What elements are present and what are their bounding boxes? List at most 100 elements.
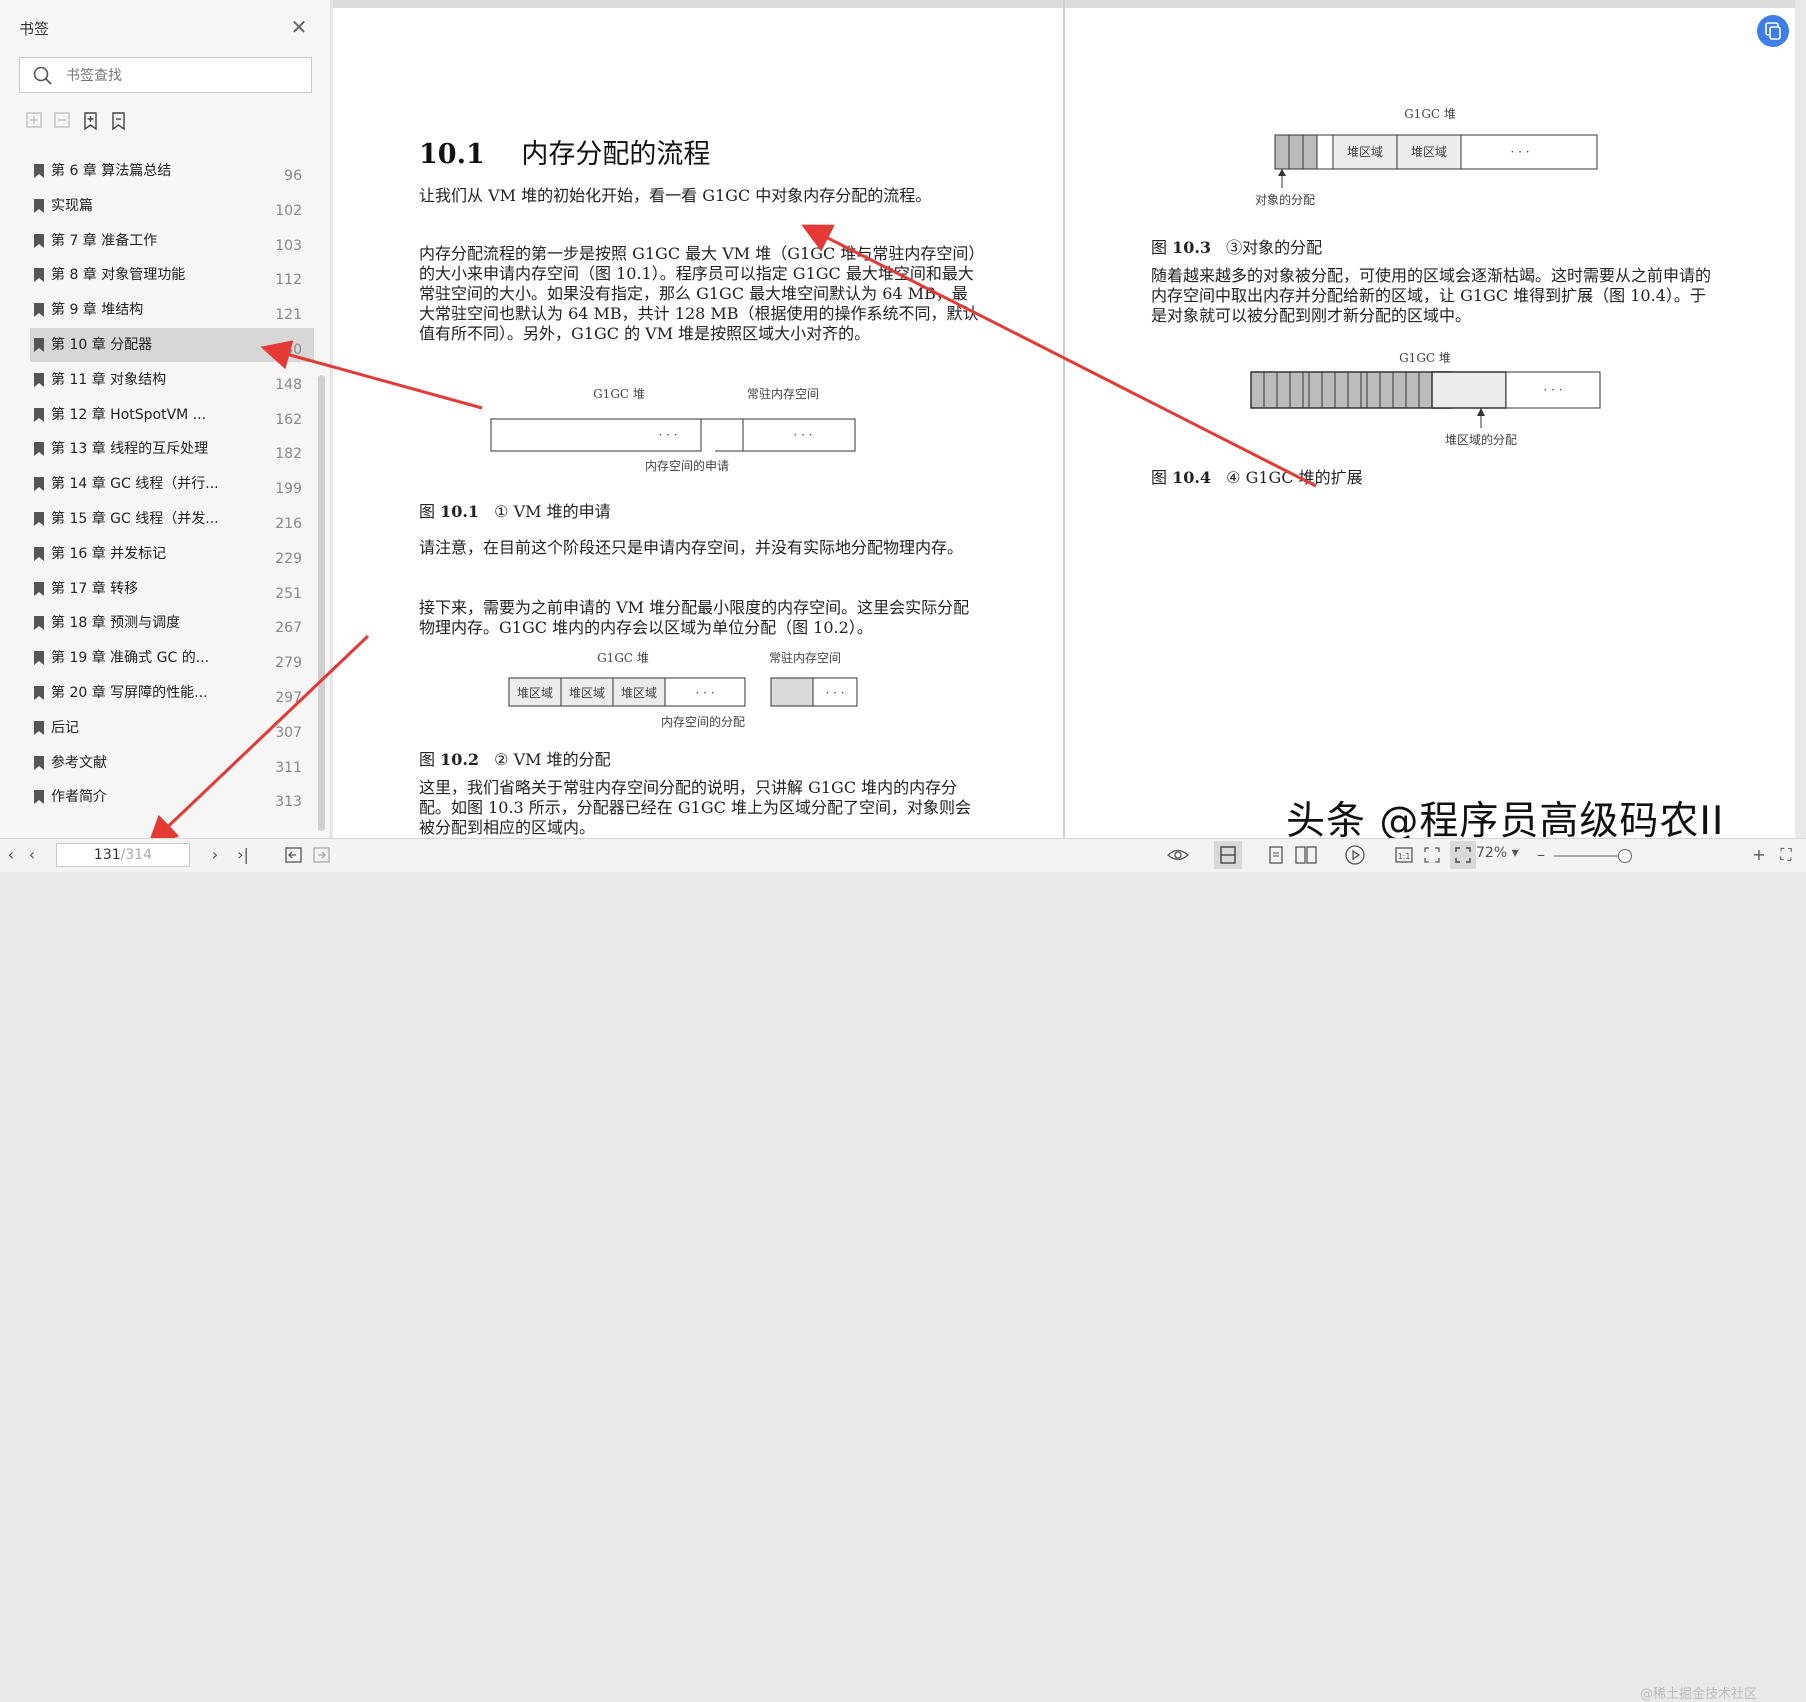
bookmark-item[interactable]: 第 13 章 线程的互斥处理 182 <box>30 432 314 466</box>
bookmark-page-number: 130 <box>275 342 302 358</box>
bookmark-page-number: 103 <box>275 237 302 254</box>
fig-title: ① VM 堆的申请 <box>494 502 611 521</box>
fig-region-label: 堆区域 <box>621 686 657 700</box>
bookmark-item[interactable]: 实现篇 102 <box>30 189 314 223</box>
bookmark-item[interactable]: 第 18 章 预测与调度 267 <box>30 606 314 640</box>
zoom-slider-knob[interactable] <box>1618 849 1632 863</box>
figure-caption: 图 10.2 ② VM 堆的分配 <box>419 746 611 770</box>
bookmark-icon <box>34 790 44 805</box>
add-bookmark-icon[interactable] <box>80 110 102 132</box>
bookmark-label: 第 19 章 准确式 GC 的... <box>51 650 210 667</box>
bookmark-label: 参考文献 <box>51 754 107 771</box>
document-icon[interactable] <box>1266 844 1286 866</box>
sidebar-scrollbar[interactable] <box>318 375 325 831</box>
bookmark-label: 后记 <box>51 719 79 736</box>
zoom-in-button[interactable]: + <box>1752 844 1766 866</box>
fig-title: ④ G1GC 堆的扩展 <box>1226 468 1363 487</box>
fit-width-icon <box>1455 847 1471 863</box>
zoom-level[interactable]: 72% ▾ <box>1476 845 1519 861</box>
zoom-value: 72% <box>1476 845 1508 861</box>
bookmark-label: 实现篇 <box>51 197 93 214</box>
forward-icon[interactable] <box>312 844 332 866</box>
bookmark-item[interactable]: 第 9 章 堆结构 121 <box>30 293 314 327</box>
first-page-button[interactable]: ‹ <box>4 844 18 866</box>
figure-caption: 图 10.3 ③对象的分配 <box>1151 234 1322 258</box>
fit-page-icon[interactable] <box>1422 844 1442 866</box>
expand-all-icon[interactable] <box>24 110 46 132</box>
figure-10-3: G1GC 堆 堆区域 堆区域 · · · 对象的分配 <box>1255 107 1598 207</box>
chevron-down-icon: ▾ <box>1511 845 1519 861</box>
bookmark-icon <box>34 372 44 387</box>
close-icon: ✕ <box>290 15 308 39</box>
play-icon[interactable] <box>1344 844 1366 866</box>
fig-heap-label: G1GC 堆 <box>597 651 649 665</box>
bookmark-page-number: 121 <box>275 307 302 324</box>
zoom-slider[interactable] <box>1554 855 1624 857</box>
bookmark-item[interactable]: 第 17 章 转移 251 <box>30 572 314 606</box>
prev-page-button[interactable]: ‹ <box>24 844 40 866</box>
bookmark-item[interactable]: 参考文献 311 <box>30 746 314 780</box>
bookmark-item[interactable]: 第 11 章 对象结构 148 <box>30 363 314 397</box>
bookmark-page-number: 279 <box>275 655 302 672</box>
bookmark-item[interactable]: 第 15 章 GC 线程（并发... 216 <box>30 502 314 536</box>
paragraph: 内存分配流程的第一步是按照 G1GC 最大 VM 堆（G1GC 堆与常驻内存空间… <box>419 244 979 343</box>
bookmark-item[interactable]: 第 16 章 并发标记 229 <box>30 537 314 571</box>
bookmark-item[interactable]: 作者简介 313 <box>30 780 314 814</box>
bookmark-label: 第 8 章 对象管理功能 <box>51 267 186 284</box>
bookmark-item[interactable]: 第 19 章 准确式 GC 的... 279 <box>30 641 314 675</box>
fig-number: 10.4 <box>1172 468 1212 487</box>
eye-icon[interactable] <box>1166 844 1190 866</box>
bookmark-page-number: 162 <box>275 411 302 428</box>
floating-action-button[interactable] <box>1757 15 1789 47</box>
bookmark-label: 第 7 章 准备工作 <box>51 232 158 249</box>
minus-icon: – <box>1537 845 1545 864</box>
page-number-field[interactable]: 131/314 <box>56 843 190 867</box>
bookmark-icon <box>34 477 44 492</box>
bookmark-icon <box>34 442 44 457</box>
search-icon <box>33 66 52 85</box>
bookmark-icon <box>34 686 44 700</box>
fig-prefix: 图 <box>1151 238 1173 257</box>
next-page-button[interactable]: › <box>206 844 224 866</box>
fig-title: ② VM 堆的分配 <box>494 750 611 769</box>
bookmark-page-number: 229 <box>275 550 302 567</box>
plus-icon: + <box>1752 845 1766 864</box>
two-page-icon[interactable] <box>1294 844 1318 866</box>
bookmark-icon <box>34 198 44 213</box>
bookmark-item[interactable]: 第 6 章 算法篇总结 96 <box>30 154 314 188</box>
bookmark-item[interactable]: 第 12 章 HotSpotVM ... 162 <box>30 398 314 432</box>
bookmark-search-box[interactable] <box>19 57 312 93</box>
bookmark-item[interactable]: 第 7 章 准备工作 103 <box>30 224 314 258</box>
paragraph: 让我们从 VM 堆的初始化开始，看一看 G1GC 中对象内存分配的流程。 <box>419 186 932 205</box>
bottom-toolbar: ‹ ‹ 131/314 › ›| 1:1 72% ▾ – + ⛶ @稀土掘金技术… <box>0 838 1806 1702</box>
back-icon[interactable] <box>284 844 304 866</box>
bookmark-icon <box>34 616 44 631</box>
bookmark-icon <box>34 164 44 178</box>
bookmark-item[interactable]: 第 14 章 GC 线程（并行... 199 <box>30 467 314 501</box>
fig-caption-bottom: 对象的分配 <box>1255 192 1315 207</box>
bookmark-icon[interactable] <box>108 110 130 132</box>
bookmark-search-input[interactable] <box>64 65 303 87</box>
bookmark-item[interactable]: 第 20 章 写屏障的性能... 297 <box>30 676 314 710</box>
single-page-view-button[interactable] <box>1214 841 1242 869</box>
last-page-button[interactable]: ›| <box>232 844 254 866</box>
collapse-all-icon[interactable] <box>52 110 74 132</box>
bookmark-item[interactable]: 第 8 章 对象管理功能 112 <box>30 258 314 292</box>
fig-dots: · · · <box>825 686 844 700</box>
fullscreen-button[interactable]: ⛶ <box>1776 844 1796 866</box>
fig-dots: · · · <box>658 428 677 442</box>
bookmark-page-number: 102 <box>275 202 302 219</box>
actual-size-icon[interactable]: 1:1 <box>1394 844 1414 866</box>
bookmark-icon <box>34 233 44 248</box>
sidebar-title: 书签 <box>19 20 50 38</box>
zoom-out-button[interactable]: – <box>1534 844 1548 866</box>
close-sidebar-button[interactable]: ✕ <box>288 16 310 38</box>
paragraph: 接下来，需要为之前申请的 VM 堆分配最小限度的内存空间。这里会实际分配物理内存… <box>419 598 970 637</box>
document-page-right: G1GC 堆 堆区域 堆区域 · · · 对象的分配 图 10.3 ③对象的分配… <box>1065 8 1795 838</box>
fit-width-button[interactable] <box>1450 841 1476 869</box>
bookmark-label: 第 17 章 转移 <box>51 580 139 597</box>
bookmark-label: 第 12 章 HotSpotVM ... <box>51 406 207 423</box>
bookmark-item[interactable]: 后记 307 <box>30 711 314 745</box>
bookmark-icon <box>34 581 44 596</box>
bookmark-item[interactable]: 第 10 章 分配器 130 <box>30 328 314 362</box>
